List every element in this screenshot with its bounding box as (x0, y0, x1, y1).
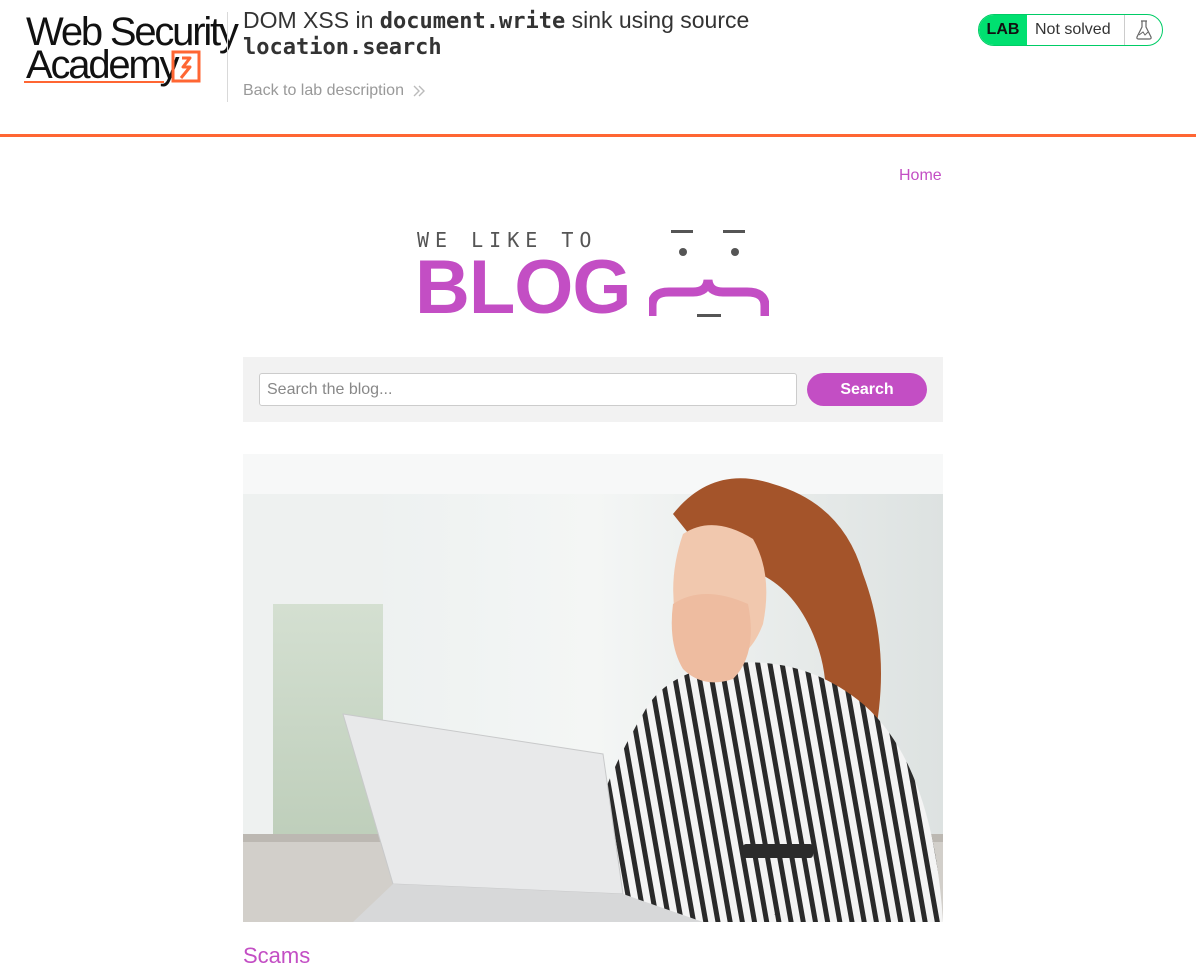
header-divider (227, 12, 228, 102)
logo-line2: Academy (26, 43, 180, 87)
lab-status-widget: LAB Not solved (978, 14, 1163, 46)
search-panel: Search (243, 357, 943, 422)
post-image[interactable] (243, 454, 943, 922)
lightning-icon (171, 50, 201, 83)
post-title[interactable]: Scams (243, 941, 310, 971)
banner-word: BLOG (415, 245, 632, 330)
title-prefix: DOM XSS in (243, 7, 380, 33)
blog-banner: WE LIKE TO BLOG (415, 228, 769, 326)
lab-title: DOM XSS in document.write sink using sou… (243, 7, 883, 61)
academy-header: Web Security Academy DOM XSS in document… (0, 0, 1196, 137)
back-link-label: Back to lab description (243, 82, 404, 99)
web-security-academy-logo[interactable]: Web Security Academy (24, 12, 239, 88)
woman-at-laptop-image (243, 454, 943, 922)
title-code-location-search: location.search (243, 35, 442, 60)
flask-icon (1125, 15, 1162, 45)
back-to-lab-description-link[interactable]: Back to lab description (243, 82, 426, 100)
title-code-document-write: document.write (379, 9, 566, 34)
logo-underline (24, 81, 164, 83)
title-mid: sink using source (565, 7, 750, 33)
search-input[interactable] (259, 373, 797, 406)
lab-badge: LAB (979, 15, 1027, 45)
lab-status-text: Not solved (1027, 15, 1125, 45)
home-link[interactable]: Home (899, 167, 942, 185)
search-button[interactable]: Search (807, 373, 927, 406)
double-chevron-right-icon (413, 85, 425, 97)
face-icon (649, 230, 769, 317)
